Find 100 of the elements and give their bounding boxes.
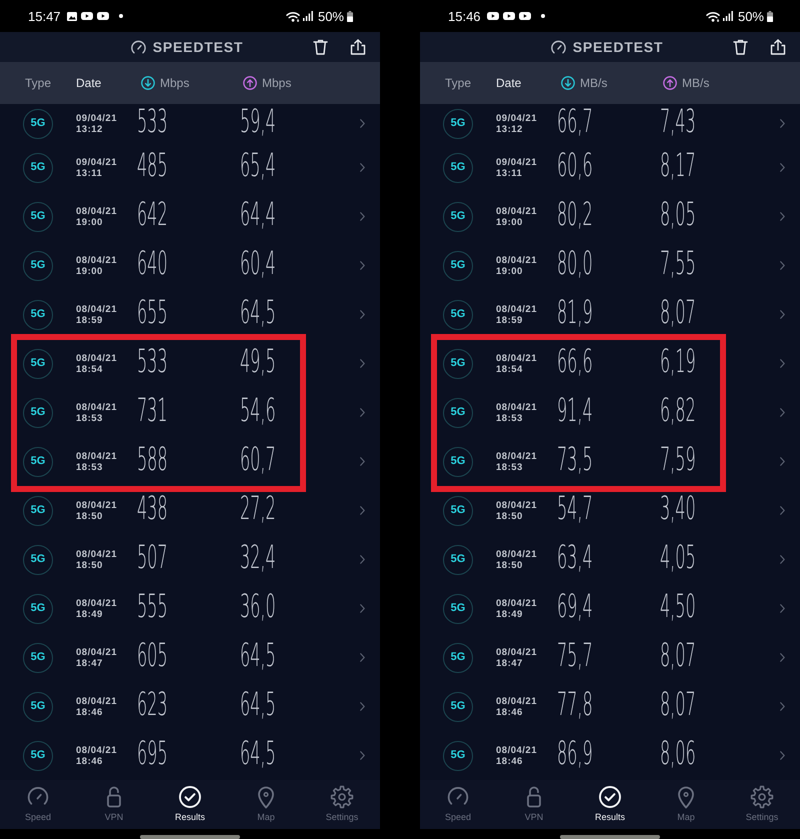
column-header[interactable]: MB/s [682, 77, 710, 89]
chevron-right-icon[interactable] [360, 702, 365, 711]
test-time: 13:12 [496, 124, 524, 134]
chevron-right-icon[interactable] [360, 751, 365, 760]
wifi-icon [706, 10, 720, 22]
chevron-right-icon[interactable] [780, 212, 785, 221]
column-header[interactable]: Mbps [262, 77, 292, 89]
share-icon[interactable] [350, 39, 366, 55]
check-circle-icon [178, 785, 202, 809]
network-type-badge: 5G [23, 642, 53, 672]
upload-speed: 64,5 [240, 642, 276, 668]
test-date: 09/04/21 [496, 112, 538, 124]
chevron-right-icon[interactable] [360, 359, 365, 368]
check-circle-icon [598, 785, 622, 809]
nav-tab[interactable]: Settings [724, 780, 800, 829]
chevron-right-icon[interactable] [360, 261, 365, 270]
test-time: 18:50 [496, 560, 524, 570]
column-header[interactable]: Date [76, 77, 102, 89]
network-type-badge: 5G [443, 544, 473, 574]
chevron-right-icon[interactable] [780, 457, 785, 466]
column-header[interactable]: Type [25, 77, 52, 89]
upload-speed: 8,06 [660, 740, 696, 766]
chevron-right-icon[interactable] [360, 408, 365, 417]
test-date: 08/04/21 [496, 744, 538, 756]
download-speed: 588 [137, 446, 168, 472]
upload-speed: 60,7 [240, 446, 276, 472]
chevron-right-icon[interactable] [360, 604, 365, 613]
chevron-right-icon[interactable] [360, 163, 365, 172]
nav-tab[interactable]: Results [152, 780, 228, 829]
chevron-right-icon[interactable] [360, 506, 365, 515]
chevron-right-icon[interactable] [780, 506, 785, 515]
test-date: 08/04/21 [76, 744, 118, 756]
nav-tab[interactable]: Speed [420, 780, 496, 829]
upload-speed: 60,4 [240, 250, 276, 276]
chevron-right-icon[interactable] [360, 212, 365, 221]
app-title: SPEEDTEST [152, 40, 244, 54]
download-speed: 485 [137, 152, 168, 178]
trash-icon[interactable] [733, 39, 748, 55]
network-type-badge: 5G [23, 300, 53, 330]
chevron-right-icon[interactable] [780, 604, 785, 613]
network-type-badge: 5G [23, 108, 53, 138]
test-time: 18:53 [496, 462, 524, 472]
test-date: 08/04/21 [496, 254, 538, 266]
dot-icon [118, 14, 123, 18]
chevron-right-icon[interactable] [780, 359, 785, 368]
chevron-right-icon[interactable] [780, 261, 785, 270]
test-date: 08/04/21 [76, 254, 118, 266]
network-type-badge: 5G [23, 250, 53, 280]
chevron-right-icon[interactable] [360, 457, 365, 466]
column-header[interactable]: Date [496, 77, 522, 89]
signal-bars-icon [722, 11, 733, 21]
chevron-right-icon[interactable] [360, 555, 365, 564]
test-time: 19:00 [76, 216, 104, 228]
test-date: 08/04/21 [76, 352, 118, 364]
gauge-icon [130, 40, 146, 54]
test-date: 08/04/21 [496, 352, 538, 364]
chevron-right-icon[interactable] [780, 555, 785, 564]
chevron-right-icon[interactable] [360, 653, 365, 662]
share-icon[interactable] [770, 39, 786, 55]
chevron-right-icon[interactable] [360, 310, 365, 319]
test-time: 18:49 [496, 608, 524, 620]
column-header[interactable]: MB/s [580, 77, 608, 89]
download-speed: 642 [137, 200, 168, 226]
network-type-badge: 5G [443, 250, 473, 280]
test-time: 18:59 [76, 314, 104, 326]
test-date: 08/04/21 [76, 500, 118, 510]
chevron-right-icon[interactable] [780, 408, 785, 417]
nav-tab[interactable]: Map [228, 780, 304, 829]
chevron-right-icon[interactable] [780, 119, 785, 128]
chevron-right-icon[interactable] [360, 119, 365, 128]
nav-tab[interactable]: Results [572, 780, 648, 829]
nav-tab[interactable]: VPN [496, 780, 572, 829]
upload-speed: 32,4 [240, 544, 276, 570]
upload-speed: 8,17 [660, 152, 696, 178]
nav-tab[interactable]: Map [648, 780, 724, 829]
battery-icon [767, 10, 773, 22]
test-time: 18:54 [76, 364, 104, 374]
chevron-right-icon[interactable] [780, 653, 785, 662]
column-header[interactable]: Mbps [160, 77, 190, 89]
chevron-right-icon[interactable] [780, 751, 785, 760]
trash-icon[interactable] [313, 39, 328, 55]
test-time: 13:11 [496, 168, 524, 178]
column-header[interactable]: Type [445, 77, 472, 89]
download-speed: 86,9 [557, 740, 593, 766]
nav-tab[interactable]: Settings [304, 780, 380, 829]
nav-tab[interactable]: VPN [76, 780, 152, 829]
download-icon [561, 76, 575, 90]
test-time: 19:00 [76, 266, 104, 276]
test-time: 18:46 [496, 756, 524, 766]
upload-speed: 6,19 [660, 348, 696, 374]
chevron-right-icon[interactable] [780, 163, 785, 172]
network-type-badge: 5G [443, 348, 473, 378]
test-date: 08/04/21 [76, 548, 118, 560]
download-speed: 54,7 [557, 494, 593, 520]
download-speed: 75,7 [557, 642, 593, 668]
nav-tab[interactable]: Speed [0, 780, 76, 829]
chevron-right-icon[interactable] [780, 702, 785, 711]
upload-speed: 65,4 [240, 152, 276, 178]
chevron-right-icon[interactable] [780, 310, 785, 319]
network-type-badge: 5G [23, 152, 53, 182]
